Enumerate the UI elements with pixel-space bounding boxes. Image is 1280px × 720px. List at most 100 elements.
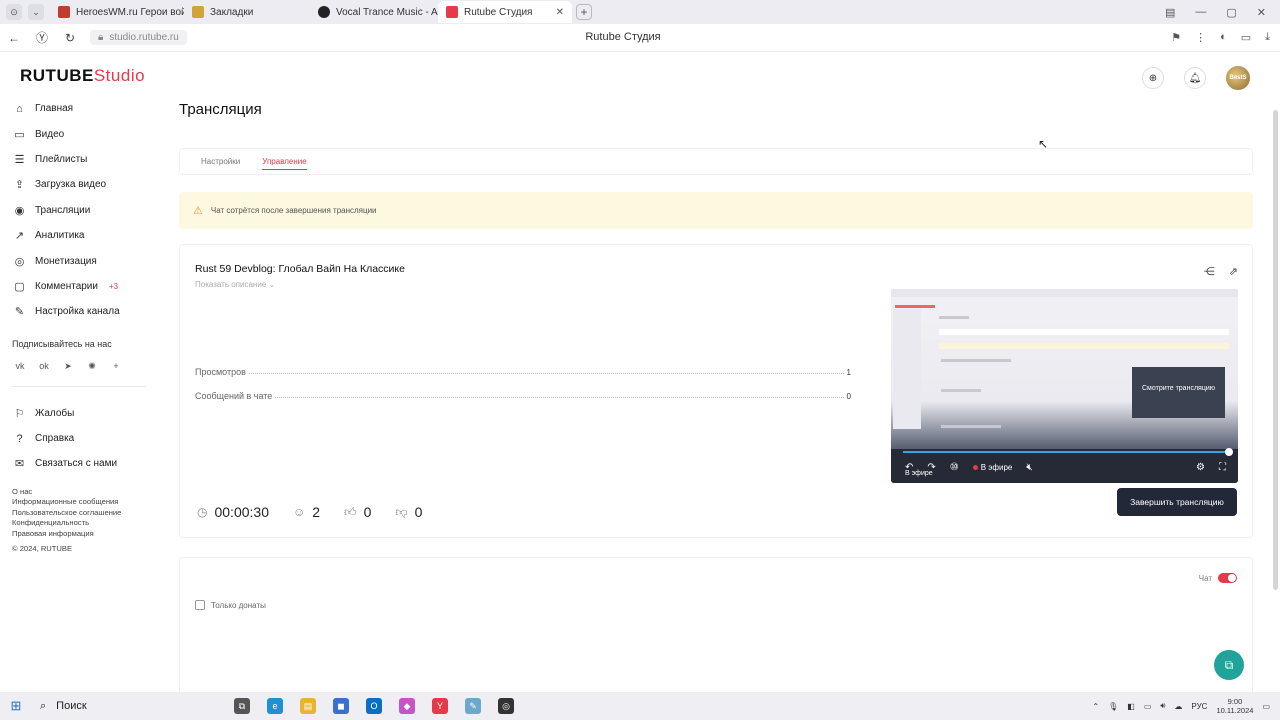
create-icon[interactable]: ⊕ bbox=[1142, 67, 1164, 89]
reader-icon[interactable]: ◐ bbox=[1220, 31, 1227, 44]
browser-tab-rutube-studio[interactable]: Rutube Студия ✕ bbox=[438, 1, 572, 23]
cloud-icon[interactable]: ☁ bbox=[1174, 702, 1182, 711]
settings-icon: ✎ bbox=[14, 306, 25, 319]
replay-10-icon[interactable]: ⑩ bbox=[950, 462, 959, 473]
reload-icon[interactable]: ↻ bbox=[56, 31, 84, 45]
sidebar-item-video[interactable]: ▭ Видео bbox=[0, 121, 160, 146]
live-tag: В эфире bbox=[905, 470, 933, 477]
bookmark-icon[interactable]: ⚑ bbox=[1171, 31, 1181, 44]
watch-stream-overlay[interactable]: Смотрите трансляцию bbox=[1132, 367, 1225, 418]
task-view-icon[interactable]: ⧉ bbox=[234, 698, 250, 714]
mute-icon[interactable]: 🔇︎ bbox=[1026, 462, 1032, 473]
page-scrollbar[interactable] bbox=[1273, 110, 1278, 590]
sidebar-item-home[interactable]: ⌂ Главная bbox=[0, 96, 160, 121]
browser-tab-vocal-trance[interactable]: Vocal Trance Music - Arise bbox=[310, 1, 438, 23]
footer-link-info[interactable]: Информационные сообщения bbox=[12, 497, 160, 508]
mouse-cursor-icon: ↖ bbox=[1038, 137, 1049, 151]
close-window-icon[interactable]: ✕ bbox=[1257, 6, 1266, 19]
sidebar-item-complaints[interactable]: ⚐ Жалобы bbox=[0, 401, 160, 426]
clock[interactable]: 9:00 10.11.2024 bbox=[1216, 697, 1253, 715]
network-icon[interactable]: ▭ bbox=[1144, 702, 1152, 711]
zen-icon[interactable]: ✺ bbox=[85, 361, 99, 372]
back-icon[interactable]: ← bbox=[0, 31, 28, 45]
tray-chevron-icon[interactable]: ⌃ bbox=[1092, 702, 1099, 711]
yandex-icon[interactable]: Ⓨ bbox=[28, 29, 56, 46]
sidebar-item-playlists[interactable]: ☰ Плейлисты bbox=[0, 147, 160, 172]
outlook-icon[interactable]: O bbox=[366, 698, 382, 714]
dislikes-value: 0 bbox=[414, 504, 423, 520]
sidebar-item-upload[interactable]: ⇪ Загрузка видео bbox=[0, 172, 160, 197]
obs-icon[interactable]: ◎ bbox=[498, 698, 514, 714]
stat-label: Просмотров bbox=[195, 367, 246, 377]
sidebar-item-contact[interactable]: ✉ Связаться с нами bbox=[0, 451, 160, 476]
vk-icon[interactable]: vk bbox=[13, 361, 27, 372]
rutube-studio-app: RUTUBEStudio ⊕ 🔔︎ BestS ⌂ Главная ▭ Видео … bbox=[0, 52, 1280, 697]
sidebar-item-monetization[interactable]: ◎ Монетизация bbox=[0, 248, 160, 273]
mic-icon[interactable]: 🎙︎ bbox=[1108, 702, 1118, 711]
live-label: В эфире bbox=[980, 463, 1013, 472]
notifications-icon[interactable]: 🔔︎ bbox=[1184, 67, 1206, 89]
menu-dots-icon[interactable]: ⋮ bbox=[1195, 31, 1206, 44]
playlist-icon: ☰ bbox=[14, 153, 25, 166]
progress-handle[interactable] bbox=[1225, 448, 1233, 456]
share-icon[interactable]: ⋲ bbox=[1204, 265, 1215, 278]
file-explorer-icon[interactable]: ▤ bbox=[300, 698, 316, 714]
language-indicator[interactable]: РУС bbox=[1191, 702, 1207, 711]
stream-preview-player[interactable]: Смотрите трансляцию ↶ ↷ ⑩ В эфире 🔇︎ ⚙ ⛶… bbox=[891, 289, 1238, 483]
tab-manager-icon[interactable]: ▤ bbox=[1165, 6, 1175, 19]
tab-search-icon[interactable]: ⊙ bbox=[6, 4, 22, 20]
url-field[interactable]: 🔒︎ studio.rutube.ru bbox=[90, 30, 187, 45]
sidebar-item-broadcasts[interactable]: ◉ Трансляции bbox=[0, 198, 160, 223]
yandex-browser-icon[interactable]: Y bbox=[432, 698, 448, 714]
browser-tab-bookmarks[interactable]: Закладки bbox=[184, 1, 310, 23]
collections-icon[interactable]: ▭ bbox=[1241, 31, 1251, 44]
footer-link-privacy[interactable]: Конфиденциальность bbox=[12, 518, 160, 529]
download-icon[interactable]: ⤓ bbox=[1265, 31, 1270, 44]
live-indicator[interactable]: В эфире bbox=[972, 463, 1013, 472]
edge-icon[interactable]: e bbox=[267, 698, 283, 714]
avatar[interactable]: BestS bbox=[1226, 66, 1250, 90]
likes-value: 0 bbox=[363, 504, 372, 520]
notifications-center-icon[interactable]: ▭ bbox=[1262, 702, 1270, 711]
notepad-icon[interactable]: ✎ bbox=[465, 698, 481, 714]
rutube-studio-logo[interactable]: RUTUBEStudio bbox=[20, 66, 145, 86]
app-icon[interactable]: ◆ bbox=[399, 698, 415, 714]
windows-start-icon[interactable]: ⊞ bbox=[0, 698, 32, 714]
donations-only-checkbox[interactable] bbox=[195, 600, 205, 610]
ok-icon[interactable]: ok bbox=[37, 361, 51, 372]
logo-main: RUTUBE bbox=[20, 66, 94, 85]
sidebar-item-analytics[interactable]: ↗ Аналитика bbox=[0, 223, 160, 248]
footer-link-legal[interactable]: Правовая информация bbox=[12, 529, 160, 540]
player-settings-icon[interactable]: ⚙ bbox=[1196, 462, 1205, 473]
footer-link-about[interactable]: О нас bbox=[12, 487, 160, 498]
browser-tab-heroeswm[interactable]: HeroesWM.ru Герои войн bbox=[50, 1, 184, 23]
sidebar-item-help[interactable]: ? Справка bbox=[0, 426, 160, 451]
support-chat-button[interactable]: ⧉ bbox=[1214, 650, 1244, 680]
tab-management[interactable]: Управление bbox=[262, 157, 307, 170]
chat-toggle[interactable] bbox=[1218, 573, 1237, 583]
store-icon[interactable]: ◼ bbox=[333, 698, 349, 714]
volume-icon[interactable]: 🔊︎ bbox=[1160, 701, 1165, 711]
taskbar-search[interactable]: ⌕ Поиск bbox=[32, 700, 222, 713]
page-title-bar: Rutube Студия bbox=[585, 31, 661, 43]
close-tab-icon[interactable]: ✕ bbox=[556, 7, 564, 18]
footer-link-agreement[interactable]: Пользовательское соглашение bbox=[12, 508, 160, 519]
telegram-icon[interactable]: ➤ bbox=[61, 361, 75, 372]
sidebar-item-channel-settings[interactable]: ✎ Настройка канала bbox=[0, 299, 160, 324]
open-external-icon[interactable]: ⇗ bbox=[1229, 265, 1238, 278]
tabs-dropdown-icon[interactable]: ⌄ bbox=[28, 4, 44, 20]
page-heading: Трансляция bbox=[179, 101, 262, 118]
new-tab-button[interactable]: + bbox=[576, 4, 592, 20]
show-description-label: Показать описание bbox=[195, 280, 267, 289]
minimize-icon[interactable]: — bbox=[1195, 6, 1206, 19]
end-stream-button[interactable]: Завершить трансляцию bbox=[1117, 488, 1237, 516]
tray-app-icon[interactable]: ◧ bbox=[1127, 702, 1135, 711]
progress-bar[interactable] bbox=[903, 448, 1233, 456]
maximize-icon[interactable]: ▢ bbox=[1226, 6, 1236, 19]
fullscreen-icon[interactable]: ⛶ bbox=[1219, 462, 1226, 473]
more-socials-icon[interactable]: + bbox=[109, 361, 123, 372]
sidebar-item-comments[interactable]: ▢ Комментарии +3 bbox=[0, 274, 160, 299]
sidebar-item-label: Аналитика bbox=[35, 230, 85, 242]
tab-settings[interactable]: Настройки bbox=[201, 157, 240, 166]
show-description-toggle[interactable]: Показать описание ⌄ bbox=[195, 280, 275, 289]
